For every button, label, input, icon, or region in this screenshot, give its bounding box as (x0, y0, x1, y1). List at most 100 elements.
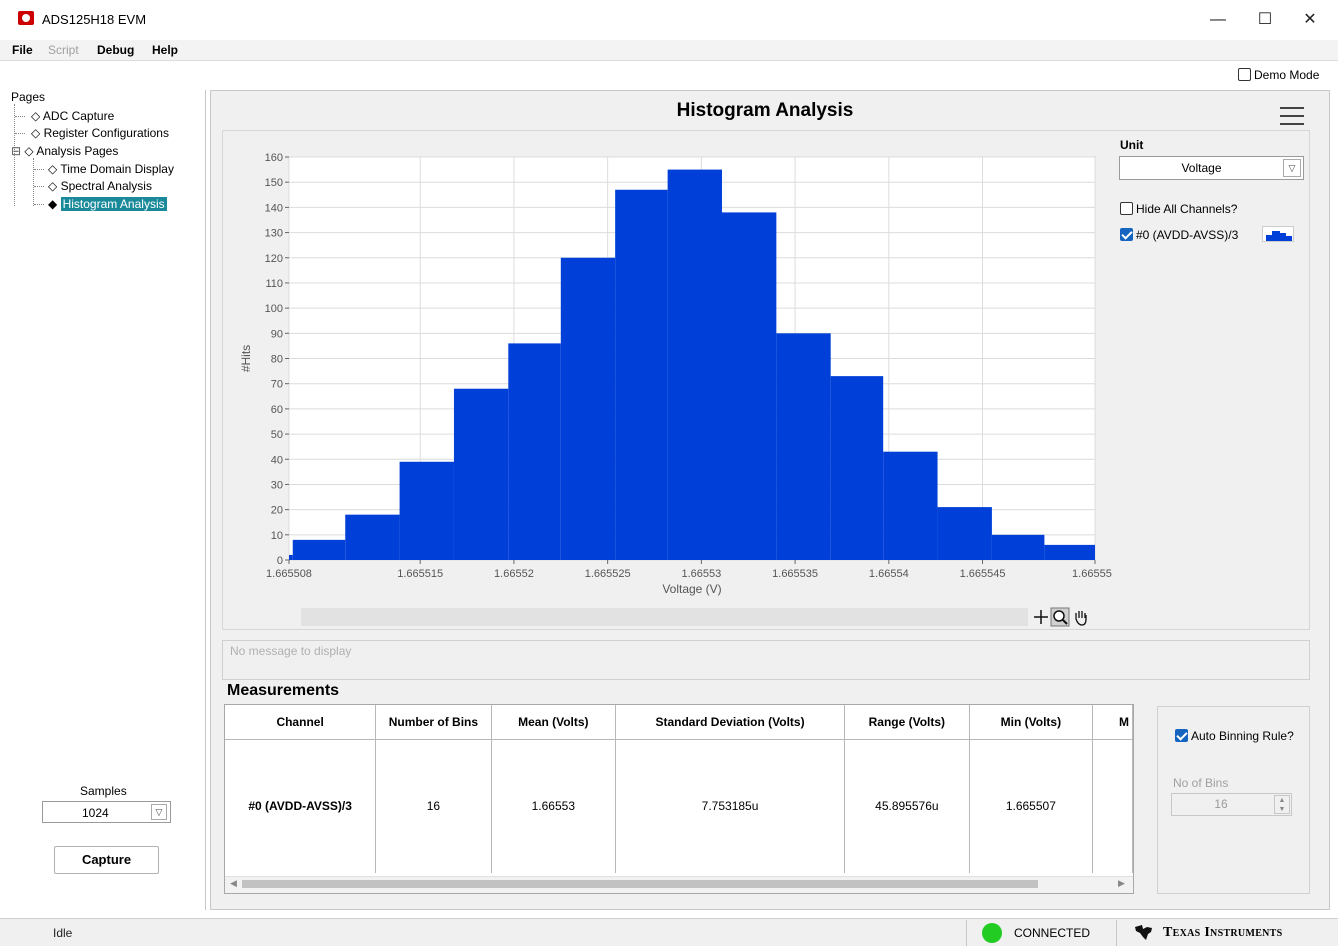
close-button[interactable]: ✕ (1290, 8, 1330, 32)
auto-binning-toggle[interactable]: Auto Binning Rule? (1175, 729, 1294, 743)
nav-item-label: Register Configurations (43, 126, 169, 140)
demo-mode-label: Demo Mode (1254, 68, 1320, 82)
table-header-row: Channel Number of Bins Mean (Volts) Stan… (225, 705, 1133, 740)
status-divider (1116, 920, 1117, 946)
y-tick-label: 140 (265, 202, 283, 214)
scroll-left-icon[interactable]: ◀ (230, 878, 237, 889)
y-tick-label: 120 (265, 253, 283, 265)
brand-name: Texas Instruments (1163, 925, 1283, 940)
histogram-bar (667, 169, 722, 560)
chart-scrollbar[interactable] (301, 608, 1028, 626)
page-title: Histogram Analysis (676, 100, 854, 121)
column-header[interactable]: Mean (Volts) (491, 705, 617, 740)
menu-help[interactable]: Help (152, 43, 178, 57)
x-tick-label: 1.665535 (772, 568, 818, 580)
histogram-bar (776, 333, 831, 560)
nav-item-label: Spectral Analysis (60, 179, 152, 193)
diamond-outline-icon: ◇ (31, 109, 41, 123)
zoom-tool-icon[interactable] (1050, 607, 1070, 627)
unit-value: Voltage (1181, 161, 1222, 175)
window-title: ADS125H18 EVM (42, 12, 147, 27)
column-header[interactable]: Range (Volts) (844, 705, 970, 740)
column-header[interactable]: Min (Volts) (969, 705, 1094, 740)
x-tick-label: 1.665545 (960, 568, 1006, 580)
graph-tools (1034, 607, 1087, 627)
spinner-icon[interactable]: ▲ ▼ (1274, 795, 1290, 814)
maximize-button[interactable]: ☐ (1245, 8, 1285, 32)
nav-item-spectral-analysis[interactable]: ◇ Spectral Analysis (48, 179, 152, 193)
y-tick-label: 30 (271, 479, 283, 491)
x-tick-label: 1.665551 (1072, 568, 1112, 580)
histogram-chart: 0 10 20 30 40 50 60 70 80 90 100 110 120 130 140 150 160… (239, 152, 1112, 596)
scrollbar-thumb[interactable] (242, 880, 1038, 888)
message-text: No message to display (230, 644, 352, 658)
chevron-down-icon[interactable]: ▽ (1283, 159, 1301, 177)
tree-connector (15, 133, 25, 134)
y-tick-label: 50 (271, 429, 283, 441)
hide-all-channels-toggle[interactable]: Hide All Channels? (1120, 202, 1237, 216)
table-cell: 1.66553 (491, 739, 617, 873)
histogram-bar (991, 534, 1045, 560)
channel-toggle[interactable]: #0 (AVDD-AVSS)/3 (1120, 228, 1238, 242)
y-tick-label: 160 (265, 152, 283, 164)
status-text: Idle (53, 926, 73, 940)
demo-mode-checkbox[interactable] (1238, 68, 1251, 81)
demo-mode-toggle[interactable]: Demo Mode (1238, 68, 1319, 82)
hamburger-menu-icon[interactable] (1280, 106, 1304, 126)
x-tick-label: 1.665508 (266, 568, 312, 580)
nav-item-register-configurations[interactable]: ◇ Register Configurations (31, 126, 169, 140)
y-tick-label: 10 (271, 530, 283, 542)
scroll-right-icon[interactable]: ▶ (1118, 878, 1125, 889)
hide-all-checkbox[interactable] (1120, 202, 1133, 215)
y-tick-label: 150 (265, 177, 283, 189)
left-panel-divider (205, 90, 206, 910)
message-box (222, 640, 1310, 680)
capture-button[interactable]: Capture (54, 846, 159, 874)
menu-divider (0, 60, 1338, 61)
table-row: #0 (AVDD-AVSS)/3 16 1.66553 7.753185u 45… (225, 739, 1133, 873)
column-header[interactable]: Number of Bins (375, 705, 492, 740)
x-tick-label: 1.665515 (397, 568, 443, 580)
column-header[interactable]: Standard Deviation (Volts) (615, 705, 845, 740)
table-cell: #0 (AVDD-AVSS)/3 (225, 739, 377, 873)
x-tick-label: 1.66552 (494, 568, 534, 580)
minimize-button[interactable]: — (1198, 8, 1238, 32)
nav-item-time-domain-display[interactable]: ◇ Time Domain Display (48, 162, 174, 176)
measurements-heading: Measurements (227, 682, 340, 699)
samples-value: 1024 (82, 806, 109, 820)
auto-binning-checkbox[interactable] (1175, 729, 1188, 742)
table-cell (1092, 739, 1133, 873)
tree-connector (15, 116, 25, 117)
channel-label: #0 (AVDD-AVSS)/3 (1136, 228, 1239, 242)
nav-item-analysis-pages[interactable]: ⊟ ◇ Analysis Pages (11, 144, 118, 158)
histogram-bar (883, 451, 938, 560)
y-tick-label: 40 (271, 454, 283, 466)
menu-file[interactable]: File (12, 43, 33, 57)
nav-item-label: Time Domain Display (60, 162, 174, 176)
connection-status-icon (982, 923, 1002, 943)
column-header[interactable]: M (1092, 705, 1133, 740)
cursor-tool-icon[interactable] (1034, 610, 1048, 624)
collapse-icon[interactable]: ⊟ (11, 144, 21, 158)
diamond-outline-icon: ◇ (48, 179, 58, 193)
tree-connector (34, 169, 44, 170)
pan-hand-icon[interactable] (1075, 611, 1087, 626)
title-bar (0, 0, 1338, 40)
histogram-bar (830, 376, 884, 560)
nav-item-histogram-analysis[interactable]: ◆ Histogram Analysis (48, 197, 167, 211)
menu-script[interactable]: Script (48, 43, 79, 57)
bins-label: No of Bins (1173, 776, 1229, 790)
channel-checkbox[interactable] (1120, 228, 1133, 241)
nav-item-adc-capture[interactable]: ◇ ADC Capture (31, 109, 114, 123)
unit-label: Unit (1120, 138, 1144, 152)
ti-logo-icon (1135, 925, 1152, 940)
column-header[interactable]: Channel (225, 705, 377, 740)
bins-value: 16 (1214, 797, 1228, 811)
menu-debug[interactable]: Debug (97, 43, 134, 57)
x-tick-label: 1.665525 (585, 568, 631, 580)
histogram-legend-icon[interactable] (1262, 226, 1294, 242)
histogram-bar (289, 554, 293, 560)
histogram-bar (560, 257, 616, 560)
chevron-down-icon[interactable]: ▽ (151, 804, 167, 820)
hide-all-label: Hide All Channels? (1136, 202, 1238, 216)
